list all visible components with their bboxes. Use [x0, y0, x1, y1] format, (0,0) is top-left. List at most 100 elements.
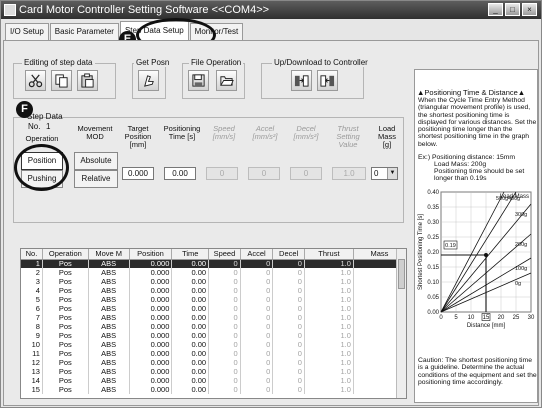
get-posn-button[interactable] [138, 70, 159, 91]
maximize-button[interactable]: □ [505, 3, 520, 16]
table-row[interactable]: 7PosABS0.0000.000001.00 [21, 313, 406, 322]
info-description: When the Cycle Time Entry Method (triang… [418, 97, 537, 148]
table-cell: Pos [42, 259, 89, 268]
column-header[interactable]: Thrust [304, 249, 354, 260]
table-cell: ABS [88, 340, 130, 349]
table-cell: 1 [21, 259, 43, 268]
y-tick-label: 0.40 [427, 190, 439, 196]
table-cell: ABS [88, 322, 130, 331]
table-cell: 0 [272, 358, 305, 367]
positioning-time-chart: 0.00 0.05 0.10 0.15 0.20 0.25 0.30 0.35 0.40 0 5 10… [418, 190, 535, 329]
table-row[interactable]: 14PosABS0.0000.000001.00 [21, 376, 406, 385]
table-cell: 1.0 [304, 367, 354, 376]
table-cell: 0 [240, 313, 274, 322]
table-row[interactable]: 4PosABS0.0000.000001.00 [21, 286, 406, 295]
column-header[interactable]: Operation [42, 249, 89, 260]
table-row[interactable]: 1PosABS0.0000.000001.00 [21, 259, 406, 268]
table-cell: 1.0 [304, 376, 354, 385]
table-cell: 0 [240, 259, 274, 268]
table-cell: 7 [21, 313, 43, 322]
y-tick-label: 0.20 [427, 250, 439, 256]
table-cell: 0.000 [129, 358, 173, 367]
minimize-button[interactable]: _ [488, 3, 503, 16]
table-cell: Pos [42, 304, 89, 313]
series-label: 300g [515, 212, 527, 218]
table-row[interactable]: 2PosABS0.0000.000001.00 [21, 268, 406, 277]
target-position-field[interactable]: 0.000 [122, 167, 154, 180]
table-cell: ABS [88, 349, 130, 358]
save-file-button[interactable] [188, 70, 209, 91]
close-button[interactable]: × [522, 3, 537, 16]
window-controls: _ □ × [488, 3, 537, 16]
series-label: 100g [515, 266, 527, 272]
table-cell: 0 [208, 286, 241, 295]
table-cell: 0 [208, 259, 241, 268]
table-row[interactable]: 11PosABS0.0000.000001.00 [21, 349, 406, 358]
tab-basic-parameter[interactable]: Basic Parameter [49, 23, 119, 40]
table-row[interactable]: 15PosABS0.0000.000001.00 [21, 385, 406, 394]
table-row[interactable]: 3PosABS0.0000.000001.00 [21, 277, 406, 286]
column-header[interactable]: Accel [240, 249, 274, 260]
cut-button[interactable] [25, 70, 46, 91]
table-cell: 0 [272, 304, 305, 313]
table-row[interactable]: 10PosABS0.0000.000001.00 [21, 340, 406, 349]
decel-field[interactable]: 0 [290, 167, 322, 180]
column-header[interactable]: Move M [88, 249, 130, 260]
column-header[interactable]: Time [171, 249, 210, 260]
table-cell: 0 [240, 331, 274, 340]
table-scrollbar[interactable] [396, 249, 406, 398]
table-row[interactable]: 13PosABS0.0000.000001.00 [21, 367, 406, 376]
table-cell: 0.00 [171, 340, 210, 349]
accel-field[interactable]: 0 [248, 167, 280, 180]
y-tick-label: 0.00 [427, 310, 439, 316]
speed-field[interactable]: 0 [206, 167, 238, 180]
column-header[interactable]: No. [21, 249, 43, 260]
window-title: Card Motor Controller Setting Software <… [19, 4, 270, 16]
paste-button[interactable] [77, 70, 98, 91]
table-cell: 0 [240, 295, 274, 304]
table-cell: ABS [88, 376, 130, 385]
load-mass-value: 0 [374, 169, 379, 178]
upload-button[interactable] [291, 70, 312, 91]
table-row[interactable]: 8PosABS0.0000.000001.00 [21, 322, 406, 331]
table-cell: 0 [208, 367, 241, 376]
table-cell: ABS [88, 286, 130, 295]
table-row[interactable]: 9PosABS0.0000.000001.00 [21, 331, 406, 340]
copy-button[interactable] [51, 70, 72, 91]
thrust-field[interactable]: 1.0 [332, 167, 366, 180]
table-cell: 0.00 [171, 295, 210, 304]
x-tick-label: 20 [498, 315, 505, 321]
positioning-time-field[interactable]: 0.00 [164, 167, 196, 180]
absolute-button[interactable]: Absolute [74, 152, 118, 170]
callout-ring-f [14, 144, 69, 191]
table-cell: Pos [42, 376, 89, 385]
header-movement: Movement MOD [77, 124, 113, 141]
table-cell: ABS [88, 313, 130, 322]
scrollbar-thumb[interactable] [398, 259, 405, 289]
tab-io-setup[interactable]: I/O Setup [5, 23, 49, 40]
table-row[interactable]: 12PosABS0.0000.000001.00 [21, 358, 406, 367]
table-cell: 0.000 [129, 295, 173, 304]
table-cell: 0.000 [129, 286, 173, 295]
table-cell: Pos [42, 331, 89, 340]
table-row[interactable]: 5PosABS0.0000.000001.00 [21, 295, 406, 304]
download-button[interactable] [317, 70, 338, 91]
load-mass-select[interactable]: 0 ▼ [371, 167, 398, 180]
table-cell: 1.0 [304, 340, 354, 349]
table-cell: 12 [21, 358, 43, 367]
download-icon [320, 75, 335, 87]
series-label: 0g [515, 281, 521, 287]
table-header-row: No. Operation Move M Position Time Speed… [21, 249, 406, 260]
table-cell: Pos [42, 268, 89, 277]
table-cell: 0.00 [171, 367, 210, 376]
table-cell: Pos [42, 277, 89, 286]
column-header[interactable]: Decel [272, 249, 305, 260]
open-file-button[interactable] [216, 70, 237, 91]
relative-button[interactable]: Relative [74, 170, 118, 188]
app-window: Card Motor Controller Setting Software <… [0, 0, 542, 408]
column-header[interactable]: Speed [208, 249, 241, 260]
series-label: 200g [515, 242, 527, 248]
table-row[interactable]: 6PosABS0.0000.000001.00 [21, 304, 406, 313]
table-cell: 14 [21, 376, 43, 385]
column-header[interactable]: Position [129, 249, 173, 260]
